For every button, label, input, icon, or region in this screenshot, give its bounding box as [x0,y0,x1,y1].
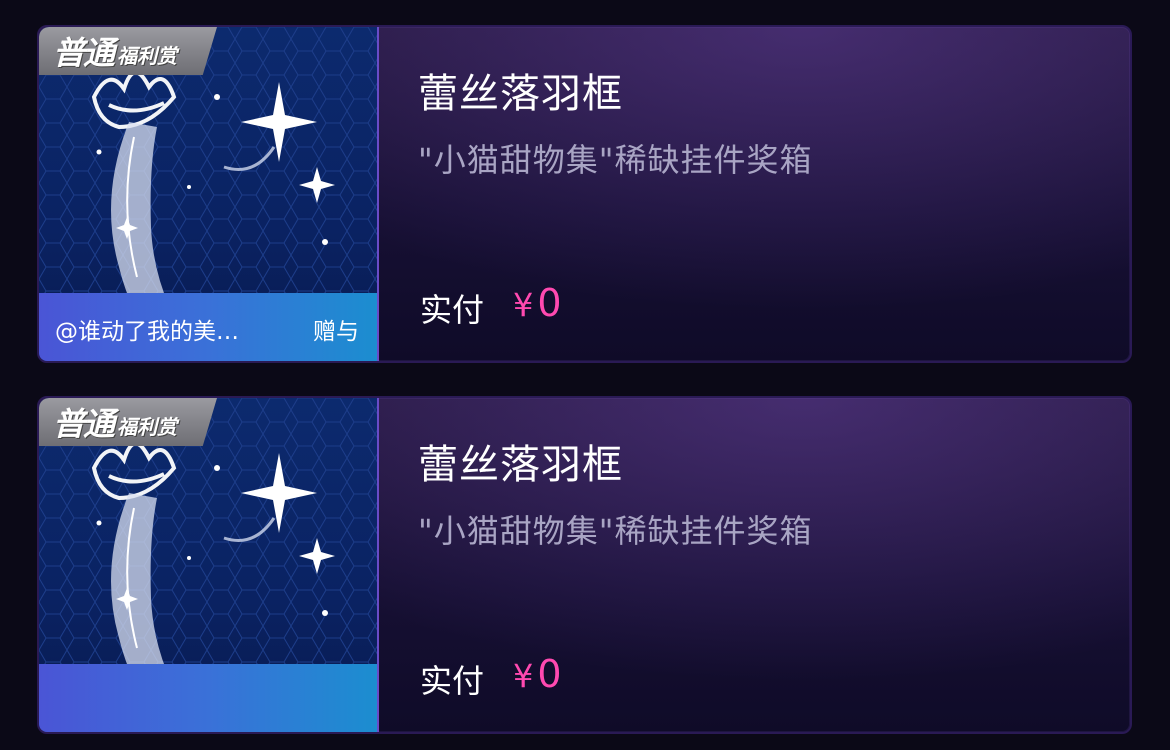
pay-label: 实付 [420,291,485,329]
gift-user[interactable]: @谁动了我的美… [55,312,313,346]
prize-card[interactable]: 普通 福利赏 @谁动了我的美… 赠与 蕾丝落羽框 "小猫甜物集"稀缺挂件奖箱 实… [37,25,1132,363]
pay-label: 实付 [420,662,485,700]
gift-bar[interactable] [39,664,377,732]
price-value: 0 [537,281,562,325]
currency-symbol: ¥ [513,657,534,695]
normal-welfare-badge: 普通 福利赏 [39,27,217,75]
normal-welfare-badge: 普通 福利赏 [39,398,217,446]
prize-title: 蕾丝落羽框 [418,442,623,488]
currency-symbol: ¥ [513,286,534,324]
prize-list: 普通 福利赏 @谁动了我的美… 赠与 蕾丝落羽框 "小猫甜物集"稀缺挂件奖箱 实… [0,0,1170,750]
badge-main-text: 普通 [53,34,115,72]
price: ¥0 [513,652,562,696]
badge-sub-text: 福利赏 [117,43,178,68]
price-value: 0 [537,652,562,696]
gift-bar[interactable]: @谁动了我的美… 赠与 [39,293,377,361]
gift-action-label: 赠与 [313,319,359,345]
prize-source: "小猫甜物集"稀缺挂件奖箱 [418,512,813,550]
prize-thumbnail[interactable]: 普通 福利赏 [39,398,379,732]
prize-thumbnail[interactable]: 普通 福利赏 @谁动了我的美… 赠与 [39,27,379,361]
price: ¥0 [513,281,562,325]
badge-main-text: 普通 [53,405,115,443]
badge-sub-text: 福利赏 [117,414,178,439]
prize-card[interactable]: 普通 福利赏 蕾丝落羽框 "小猫甜物集"稀缺挂件奖箱 实付 ¥0 [37,396,1132,734]
prize-source: "小猫甜物集"稀缺挂件奖箱 [418,141,813,179]
prize-title: 蕾丝落羽框 [418,71,623,117]
